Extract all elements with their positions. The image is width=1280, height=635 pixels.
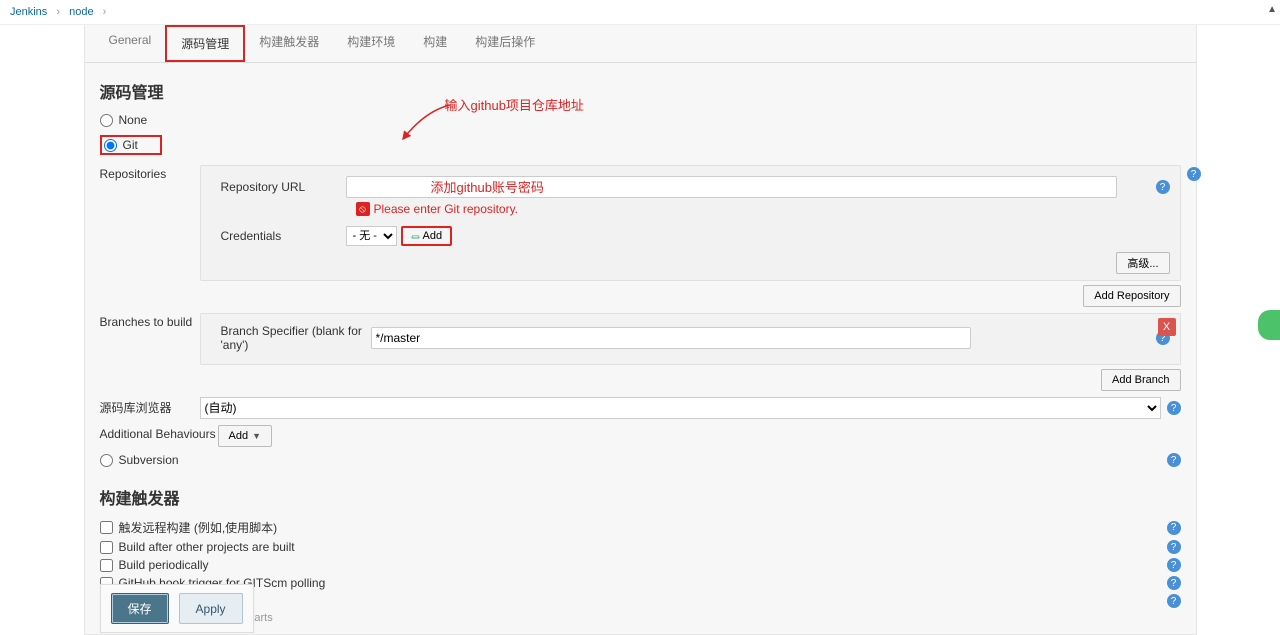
- scroll-up-icon[interactable]: ▲: [1267, 4, 1277, 15]
- scm-browser-select[interactable]: (自动): [200, 397, 1161, 419]
- breadcrumb: Jenkins › node ›: [0, 0, 1280, 25]
- help-icon[interactable]: ?: [1167, 540, 1181, 554]
- help-icon[interactable]: ?: [1167, 558, 1181, 572]
- scm-svn-label: Subversion: [119, 453, 179, 467]
- trigger-remote-row[interactable]: 触发远程构建 (例如,使用脚本) ?: [100, 519, 1181, 536]
- breadcrumb-node[interactable]: node: [69, 6, 93, 18]
- repo-url-input[interactable]: [346, 176, 1118, 198]
- scm-svn-radio[interactable]: [100, 454, 113, 467]
- breadcrumb-root[interactable]: Jenkins: [10, 6, 47, 18]
- add-repository-button[interactable]: Add Repository: [1083, 285, 1180, 307]
- tab-triggers[interactable]: 构建触发器: [245, 25, 333, 62]
- trigger-periodic-row[interactable]: Build periodically ?: [100, 558, 1181, 572]
- repo-url-label: Repository URL: [211, 180, 346, 194]
- scm-svn-row[interactable]: Subversion ?: [100, 453, 1181, 467]
- trigger-github-hook-row[interactable]: GitHub hook trigger for GITScm polling ?: [100, 576, 1181, 590]
- advanced-button[interactable]: 高级...: [1116, 252, 1169, 274]
- tab-scm[interactable]: 源码管理: [165, 25, 245, 62]
- page-wrapper: General 源码管理 构建触发器 构建环境 构建 构建后操作 源码管理 No…: [84, 25, 1197, 635]
- help-icon[interactable]: ?: [1167, 576, 1181, 590]
- section-triggers-title: 构建触发器: [100, 485, 1181, 509]
- scm-git-row[interactable]: Git: [100, 135, 162, 155]
- trigger-periodic-checkbox[interactable]: [100, 559, 113, 572]
- help-icon[interactable]: ?: [1167, 521, 1181, 535]
- branch-specifier-label: Branch Specifier (blank for 'any'): [211, 324, 371, 352]
- repo-url-error: ⦸ Please enter Git repository.: [356, 202, 1170, 216]
- scm-git-label: Git: [123, 138, 138, 152]
- repositories-label: Repositories: [100, 165, 200, 181]
- content: 源码管理 None Git Repositories Repository UR…: [85, 63, 1196, 634]
- addl-behaviours-add-button[interactable]: Add ▼: [218, 425, 273, 447]
- trigger-after-other-row[interactable]: Build after other projects are built ?: [100, 540, 1181, 554]
- key-icon: ⏛: [411, 229, 421, 244]
- tab-general[interactable]: General: [95, 25, 166, 62]
- trigger-periodic-label: Build periodically: [119, 558, 209, 572]
- footer-note: build starts: [220, 612, 1181, 624]
- float-badge-icon[interactable]: [1258, 310, 1280, 340]
- error-text: Please enter Git repository.: [374, 202, 519, 216]
- help-icon[interactable]: ?: [1167, 453, 1181, 467]
- help-icon[interactable]: ?: [1156, 180, 1170, 194]
- credentials-add-button[interactable]: ⏛ Add: [401, 226, 453, 246]
- tab-post[interactable]: 构建后操作: [461, 25, 549, 62]
- footer-bar: 保存 Apply: [100, 584, 254, 633]
- trigger-remote-checkbox[interactable]: [100, 521, 113, 534]
- help-icon[interactable]: ?: [1167, 594, 1181, 608]
- breadcrumb-sep-icon: ›: [97, 6, 113, 18]
- credentials-add-label: Add: [423, 230, 443, 242]
- branch-specifier-input[interactable]: [371, 327, 971, 349]
- save-button[interactable]: 保存: [111, 593, 169, 624]
- breadcrumb-sep-icon: ›: [50, 6, 66, 18]
- help-icon[interactable]: ?: [1167, 401, 1181, 415]
- scm-none-label: None: [119, 113, 148, 127]
- apply-button[interactable]: Apply: [179, 593, 243, 624]
- trigger-after-other-label: Build after other projects are built: [119, 540, 295, 554]
- trigger-remote-label: 触发远程构建 (例如,使用脚本): [119, 519, 278, 536]
- addl-behaviours-label: Additional Behaviours: [100, 425, 218, 441]
- addl-behaviours-add-label: Add: [229, 430, 249, 442]
- scm-git-radio[interactable]: [104, 139, 117, 152]
- scm-none-radio[interactable]: [100, 114, 113, 127]
- trigger-after-other-checkbox[interactable]: [100, 541, 113, 554]
- branches-label: Branches to build: [100, 313, 200, 329]
- section-scm-title: 源码管理: [100, 79, 1181, 103]
- repositories-box: Repository URL ? ⦸ Please enter Git repo…: [200, 165, 1181, 281]
- scm-none-row[interactable]: None: [100, 113, 1181, 127]
- tab-build[interactable]: 构建: [409, 25, 461, 62]
- branches-box: X Branch Specifier (blank for 'any') ?: [200, 313, 1181, 365]
- help-icon[interactable]: ?: [1187, 167, 1201, 181]
- scm-browser-label: 源码库浏览器: [100, 397, 200, 416]
- tab-env[interactable]: 构建环境: [333, 25, 409, 62]
- error-icon: ⦸: [356, 202, 370, 216]
- delete-branch-button[interactable]: X: [1158, 318, 1176, 336]
- trigger-poll-scm-row[interactable]: Poll SCM ?: [100, 594, 1181, 608]
- config-tabs: General 源码管理 构建触发器 构建环境 构建 构建后操作: [85, 25, 1196, 63]
- credentials-select[interactable]: - 无 -: [346, 226, 397, 246]
- caret-down-icon: ▼: [252, 431, 261, 441]
- credentials-label: Credentials: [211, 229, 346, 243]
- add-branch-button[interactable]: Add Branch: [1101, 369, 1180, 391]
